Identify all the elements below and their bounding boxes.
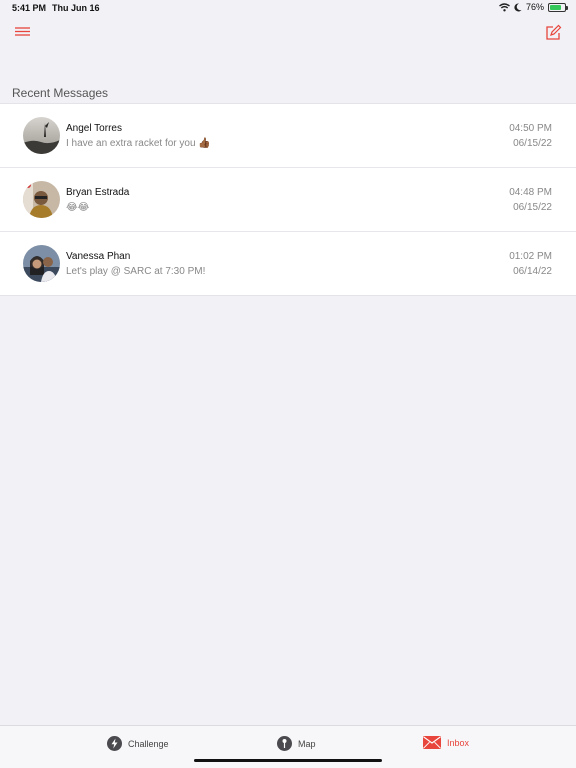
contact-name: Vanessa Phan [66, 251, 131, 262]
battery-tip [566, 5, 568, 10]
message-preview: Let's play @ SARC at 7:30 PM! [66, 266, 206, 277]
mail-icon [423, 736, 441, 749]
tab-label: Inbox [447, 737, 470, 748]
tab-map[interactable]: Map [277, 736, 316, 751]
map-pin-icon [277, 736, 292, 751]
message-preview: 😂😂 [66, 202, 90, 213]
avatar [23, 117, 60, 154]
compose-icon [546, 24, 562, 40]
moon-icon [514, 2, 522, 11]
tab-label: Map [298, 738, 316, 749]
tab-inbox[interactable]: Inbox [423, 736, 469, 749]
tab-label: Challenge [128, 738, 169, 749]
tab-challenge[interactable]: Challenge [107, 736, 169, 751]
message-date: 06/15/22 [513, 202, 552, 213]
conversation-row[interactable]: Bryan Estrada 😂😂 04:48 PM 06/15/22 [0, 168, 576, 232]
message-time: 04:48 PM [509, 187, 552, 198]
avatar [23, 181, 60, 218]
tab-bar: Challenge Map Inbox [0, 725, 576, 768]
lightning-icon [107, 736, 122, 751]
menu-button[interactable] [14, 24, 32, 40]
compose-button[interactable] [544, 24, 562, 42]
home-indicator [194, 759, 382, 762]
conversation-row[interactable]: Angel Torres I have an extra racket for … [0, 104, 576, 168]
message-date: 06/15/22 [513, 138, 552, 149]
status-bar: 5:41 PM Thu Jun 16 76% [0, 0, 576, 16]
contact-name: Bryan Estrada [66, 187, 130, 198]
status-date: Thu Jun 16 [52, 3, 100, 13]
battery-icon [548, 2, 568, 12]
status-time: 5:41 PM [12, 3, 47, 13]
conversation-row[interactable]: Vanessa Phan Let's play @ SARC at 7:30 P… [0, 232, 576, 295]
section-title: Recent Messages [12, 86, 109, 100]
battery-level [550, 4, 561, 10]
contact-name: Angel Torres [66, 123, 122, 134]
message-time: 01:02 PM [509, 251, 552, 262]
message-time: 04:50 PM [509, 123, 552, 134]
status-right: 76% [499, 2, 568, 12]
conversation-list: Angel Torres I have an extra racket for … [0, 103, 576, 296]
message-preview: I have an extra racket for you 👍🏾 [66, 138, 211, 149]
hamburger-menu-icon [15, 27, 30, 36]
wifi-icon [499, 2, 510, 11]
battery-percent: 76% [525, 2, 544, 12]
avatar [23, 245, 60, 282]
message-date: 06/14/22 [513, 266, 552, 277]
